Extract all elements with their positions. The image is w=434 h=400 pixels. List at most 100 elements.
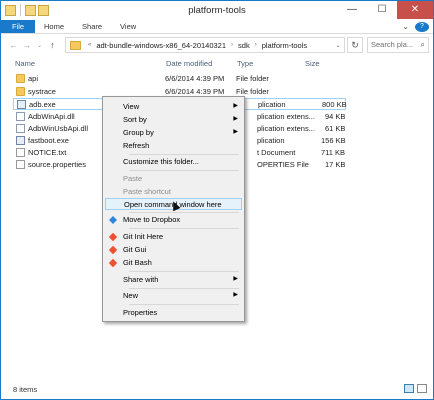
menu-item-label: Paste [123,174,143,183]
file-type: File folder [236,87,269,96]
menu-item-label: New [123,291,139,300]
breadcrumb-adt-bundle[interactable]: adt-bundle-windows-x86_64-20140321 [95,41,227,50]
search-icon: ⌕ [420,40,425,49]
column-headers: Name Date modified Type Size [1,57,433,70]
file-name: source.properties [28,160,86,169]
menu-item-label: Group by [123,128,154,137]
status-item-count: 8 items [13,385,38,394]
menu-item-label: Move to Dropbox [123,215,181,224]
file-type: File folder [236,74,269,83]
file-date: 6/6/2014 4:39 PM [165,74,225,83]
menu-divider [129,271,239,272]
tab-share[interactable]: Share [73,20,111,33]
folder-icon [16,87,25,96]
menu-item-label: Git Init Here [123,232,164,241]
list-item[interactable]: api 6/6/2014 4:39 PM File folder [13,73,346,85]
submenu-arrow-icon: ▶ [233,292,238,298]
details-view-icon[interactable] [404,384,414,393]
large-icons-view-icon[interactable] [417,384,427,393]
text-file-icon [16,160,25,169]
close-button[interactable]: ✕ [397,1,433,19]
menu-item-label: View [123,102,140,111]
dll-icon [16,112,25,121]
menu-item-git-gui[interactable]: Git Gui [105,244,242,256]
menu-item-share-with[interactable]: Share with ▶ [105,274,242,286]
breadcrumb-sdk[interactable]: sdk [237,41,251,50]
column-type[interactable]: Type [237,59,253,68]
menu-divider [129,212,239,213]
menu-divider [129,304,239,305]
maximize-button[interactable]: ☐ [367,1,397,19]
recent-locations-button[interactable]: ⌄ [33,42,46,49]
file-type: t Document [257,148,296,157]
breadcrumb-separator[interactable]: › [251,42,261,48]
address-dropdown-icon[interactable]: ⌄ [332,42,344,49]
help-icon[interactable]: ? [415,22,429,32]
exe-icon [16,136,25,145]
text-file-icon [16,148,25,157]
menu-item-label: Git Gui [123,245,147,254]
menu-item-label: Customize this folder... [123,157,199,166]
ribbon-tabs: File Home Share View ⌄ ? [1,20,433,34]
refresh-icon[interactable]: ↻ [347,37,363,53]
address-bar[interactable]: « adt-bundle-windows-x86_64-20140321 › s… [65,37,345,53]
expand-ribbon-icon[interactable]: ⌄ [396,20,415,33]
file-size: 156 KB [321,136,346,145]
menu-item-paste: Paste [105,173,242,185]
menu-item-git-init[interactable]: Git Init Here [105,231,242,243]
menu-item-customize-folder[interactable]: Customize this folder... [105,156,242,168]
file-name: AdbWinUsbApi.dll [28,124,89,133]
menu-item-label: Git Bash [123,258,152,267]
menu-item-refresh[interactable]: Refresh [105,140,242,152]
submenu-arrow-icon: ▶ [233,129,238,135]
up-button[interactable]: ↑ [46,40,59,50]
file-size: 711 KB [321,148,346,157]
overflow-chevron[interactable]: « [84,42,95,48]
menu-divider [129,154,239,155]
window-controls: — ☐ ✕ [337,1,433,19]
menu-item-move-to-dropbox[interactable]: Move to Dropbox [105,214,242,226]
column-size[interactable]: Size [305,59,320,68]
file-name: fastboot.exe [28,136,69,145]
menu-item-label: Properties [123,308,158,317]
menu-divider [129,170,239,171]
menu-item-group-by[interactable]: Group by ▶ [105,127,242,139]
search-placeholder: Search pla... [371,40,414,49]
minimize-button[interactable]: — [337,1,367,19]
file-name: adb.exe [29,100,56,109]
file-type: plication extens... [257,112,315,121]
tab-view[interactable]: View [111,20,145,33]
column-name[interactable]: Name [15,59,35,68]
dll-icon [16,124,25,133]
menu-item-label: Paste shortcut [123,187,171,196]
submenu-arrow-icon: ▶ [233,276,238,282]
file-name: api [28,74,39,83]
file-type: plication [258,100,286,109]
tab-file[interactable]: File [1,20,35,33]
back-button[interactable]: ← [7,40,20,50]
view-switcher [404,384,427,393]
breadcrumb-platform-tools[interactable]: platform-tools [261,41,308,50]
menu-item-sort-by[interactable]: Sort by ▶ [105,114,242,126]
file-name: AdbWinApi.dll [28,112,75,121]
menu-divider [129,288,239,289]
search-input[interactable]: Search pla... ⌕ [367,37,429,53]
git-icon [108,245,118,255]
dropbox-icon [109,216,117,224]
submenu-arrow-icon: ▶ [233,103,238,109]
submenu-arrow-icon: ▶ [233,116,238,122]
file-name: systrace [28,87,56,96]
menu-item-new[interactable]: New ▶ [105,290,242,302]
file-size: 61 KB [325,124,346,133]
menu-item-properties[interactable]: Properties [105,307,242,319]
menu-item-git-bash[interactable]: Git Bash [105,257,242,269]
column-date-modified[interactable]: Date modified [166,59,212,68]
menu-item-label: Refresh [123,141,150,150]
forward-button[interactable]: → [20,40,33,50]
file-size: 800 KB [322,100,347,109]
tab-home[interactable]: Home [35,20,73,33]
folder-icon [16,74,25,83]
file-type: plication [257,136,285,145]
breadcrumb-separator[interactable]: › [227,42,237,48]
menu-item-view[interactable]: View ▶ [105,101,242,113]
